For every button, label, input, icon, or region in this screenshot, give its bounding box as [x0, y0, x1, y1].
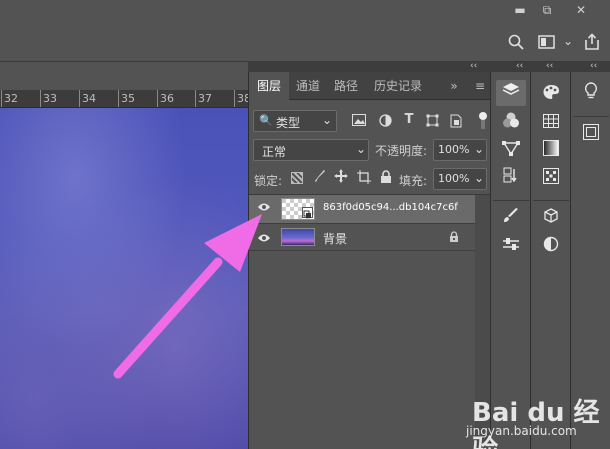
annotation-arrow [113, 214, 262, 379]
baidu-watermark-url: jingyan.baidu.com [466, 424, 577, 438]
baidu-watermark-logo: Bai du 经验 [472, 398, 600, 449]
